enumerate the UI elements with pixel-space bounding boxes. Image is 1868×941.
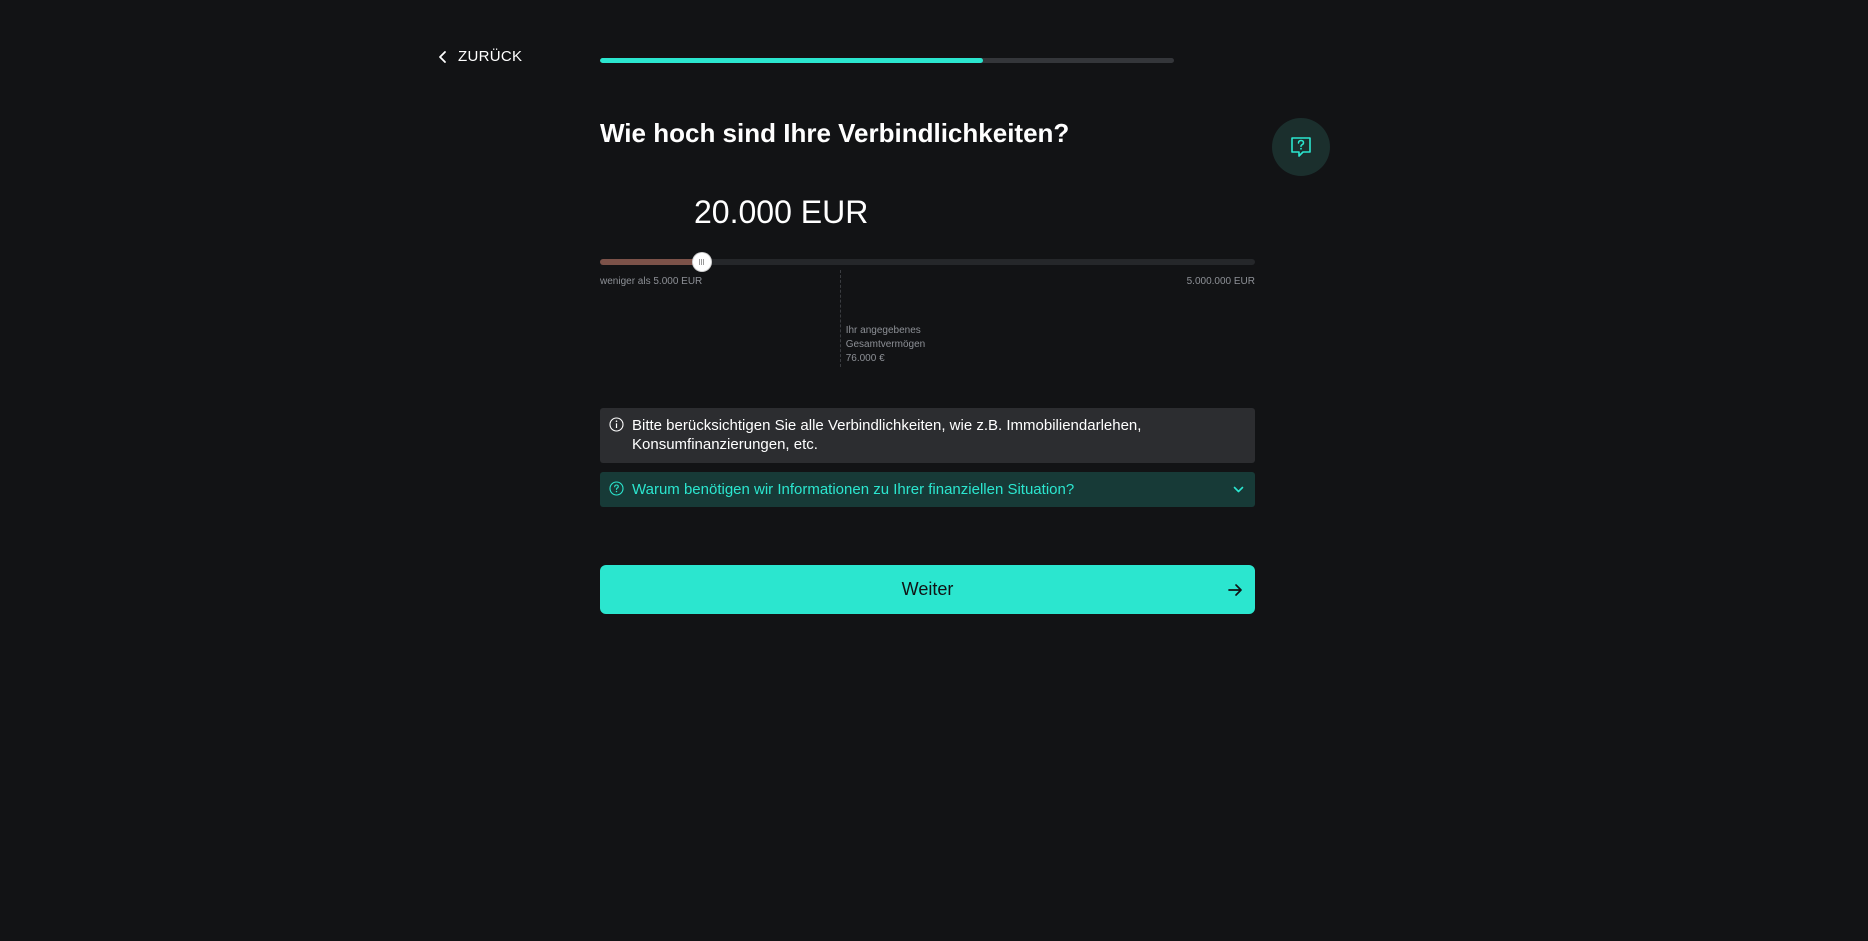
help-button[interactable] xyxy=(1272,118,1330,176)
why-info-accordion[interactable]: Warum benötigen wir Informationen zu Ihr… xyxy=(600,472,1255,507)
chevron-left-icon xyxy=(439,50,446,63)
slider-max-label: 5.000.000 EUR xyxy=(1186,276,1255,287)
info-box: Bitte berücksichtigen Sie alle Verbindli… xyxy=(600,408,1255,463)
slider-thumb[interactable] xyxy=(692,253,711,271)
slider-min-label: weniger als 5.000 EUR xyxy=(600,276,703,287)
progress-bar xyxy=(600,58,1174,63)
next-button-label: Weiter xyxy=(901,579,954,599)
info-circle-icon xyxy=(609,417,624,432)
accordion-label: Warum benötigen wir Informationen zu Ihr… xyxy=(632,481,1075,498)
next-button[interactable]: Weiter xyxy=(600,565,1255,614)
amount-slider[interactable] xyxy=(600,253,1255,271)
slider-fill xyxy=(600,259,702,265)
progress-fill xyxy=(600,58,983,63)
assets-marker-line xyxy=(839,270,841,367)
page: ZURÜCK Wie hoch sind Ihre Verbindlichkei… xyxy=(0,0,1868,941)
back-button[interactable]: ZURÜCK xyxy=(436,48,522,65)
chevron-down-icon[interactable] xyxy=(1232,483,1245,496)
assets-marker-value: 76.000 € xyxy=(845,353,885,364)
question-circle-icon xyxy=(609,481,624,496)
question-title: Wie hoch sind Ihre Verbindlichkeiten? xyxy=(600,118,1070,148)
question-chat-icon xyxy=(1291,137,1311,157)
back-label: ZURÜCK xyxy=(458,48,523,65)
assets-marker-line1: Ihr angegebenes xyxy=(845,325,921,336)
selected-amount: 20.000 EUR xyxy=(694,194,869,230)
arrow-right-icon xyxy=(1228,584,1242,596)
info-text: Bitte berücksichtigen Sie alle Verbindli… xyxy=(632,417,1142,453)
assets-marker-label: Ihr angegebenes Gesamtvermögen 76.000 € xyxy=(846,324,966,366)
assets-marker-line2: Gesamtvermögen xyxy=(845,339,926,350)
